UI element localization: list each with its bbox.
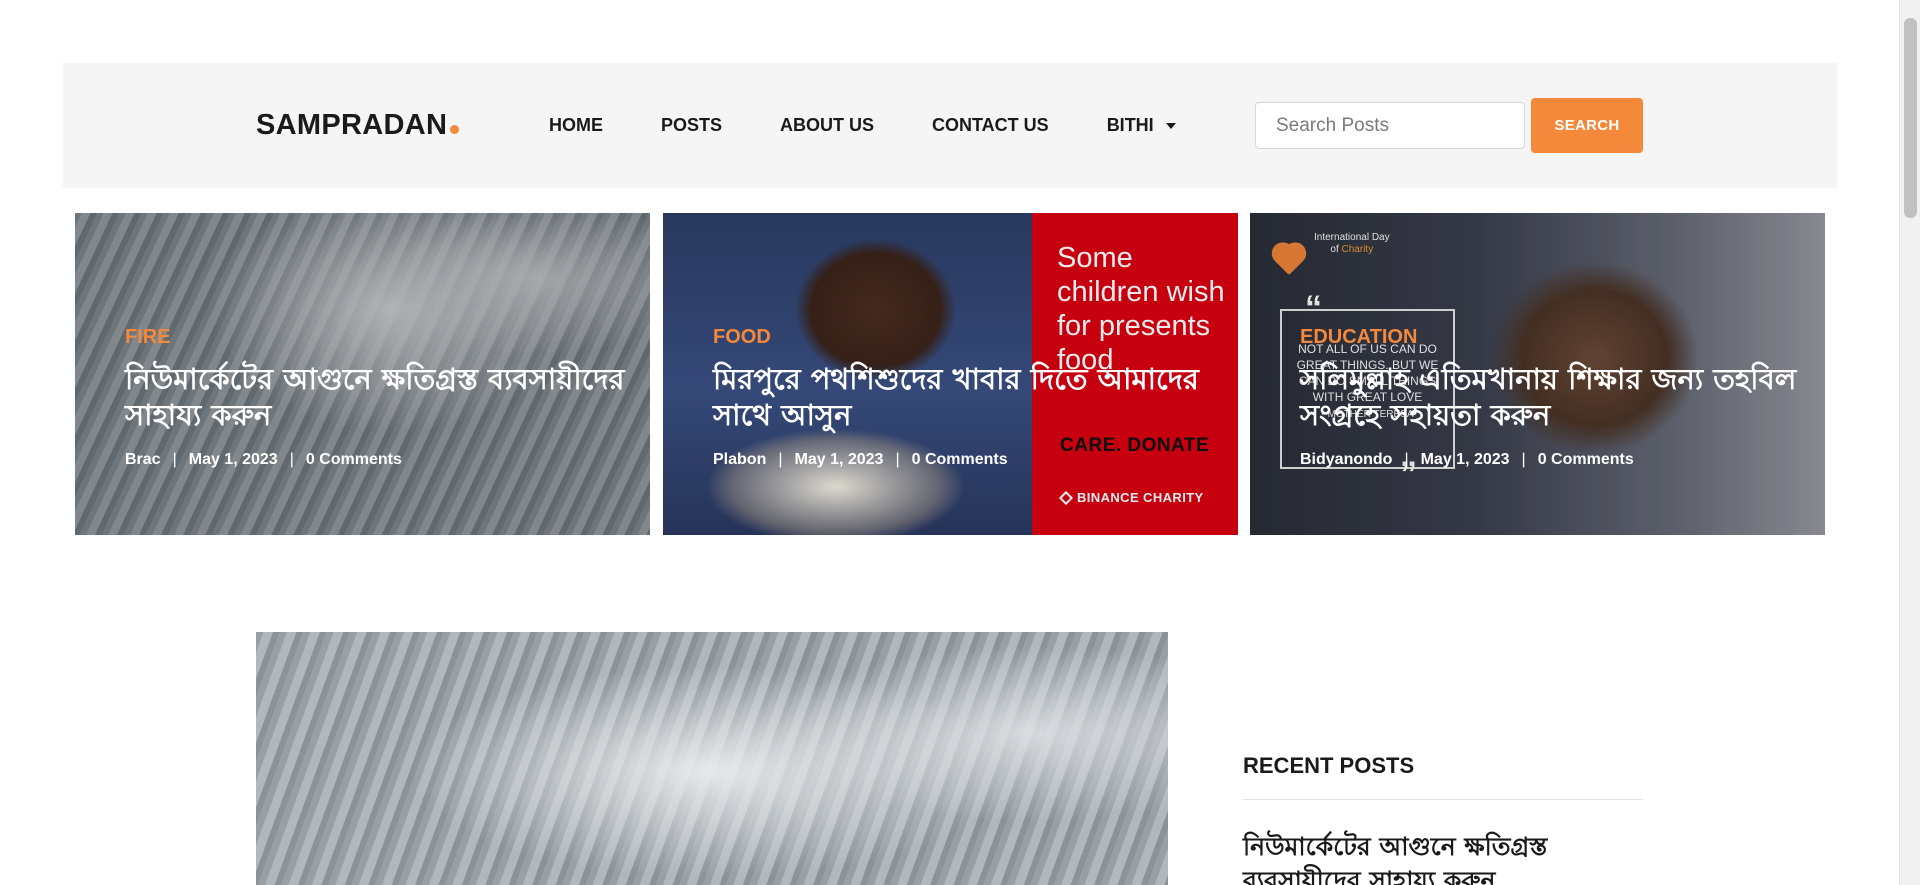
card-date: May 1, 2023 xyxy=(794,451,884,468)
card-content: EDUCATION সলিমুল্লাহ এতিমখানায় শিক্ষার … xyxy=(1300,325,1800,469)
nav-about-us[interactable]: ABOUT US xyxy=(780,115,874,136)
card-comments[interactable]: 0 Comments xyxy=(1538,451,1634,469)
meta-separator: | xyxy=(289,451,294,468)
search-button[interactable]: SEARCH xyxy=(1531,98,1643,153)
caret-down-icon[interactable] xyxy=(1165,122,1176,129)
nav-home[interactable]: HOME xyxy=(549,115,603,136)
card-category[interactable]: FIRE xyxy=(125,325,625,349)
logo-dot xyxy=(450,125,460,134)
scrollbar-thumb[interactable] xyxy=(1904,18,1917,218)
card-comments[interactable]: 0 Comments xyxy=(306,451,402,469)
card-category[interactable]: EDUCATION xyxy=(1300,325,1800,349)
meta-separator: | xyxy=(1404,451,1409,468)
sidebar: RECENT POSTS নিউমার্কেটের আগুনে ক্ষতিগ্র… xyxy=(1243,753,1643,885)
meta-separator: | xyxy=(172,451,177,468)
meta-separator: | xyxy=(778,451,783,468)
card-date: May 1, 2023 xyxy=(188,451,278,468)
card-comments[interactable]: 0 Comments xyxy=(912,451,1008,469)
recent-posts-heading: RECENT POSTS xyxy=(1243,753,1643,800)
card-title[interactable]: মিরপুরে পথশিশুদের খাবার দিতে আমাদের সাথে… xyxy=(713,361,1213,433)
card-title[interactable]: সলিমুল্লাহ এতিমখানায় শিক্ষার জন্য তহবিল… xyxy=(1300,361,1800,433)
nav-contact-us[interactable]: CONTACT US xyxy=(932,115,1049,136)
card-meta: Plabon | May 1, 2023 | 0 Comments xyxy=(713,451,1213,469)
card-author[interactable]: Bidyanondo xyxy=(1300,451,1392,469)
nav-user-label[interactable]: BITHI xyxy=(1107,115,1154,136)
search-input[interactable] xyxy=(1255,102,1525,149)
site-header: SAMPRADAN HOME POSTS ABOUT US CONTACT US… xyxy=(63,63,1837,188)
site-logo[interactable]: SAMPRADAN xyxy=(256,109,460,142)
featured-card-education[interactable]: International Day of Charity “ Not all o… xyxy=(1250,213,1825,535)
page-scrollbar[interactable] xyxy=(1899,0,1920,885)
featured-card-food[interactable]: Some children wish for presents food CAR… xyxy=(663,213,1238,535)
featured-card-fire[interactable]: FIRE নিউমার্কেটের আগুনে ক্ষতিগ্রস্ত ব্যব… xyxy=(75,213,650,535)
card-author[interactable]: Brac xyxy=(125,451,161,469)
nav-user-dropdown[interactable]: BITHI xyxy=(1107,115,1176,136)
card-date: May 1, 2023 xyxy=(1420,451,1510,468)
meta-separator: | xyxy=(895,451,900,468)
meta-separator: | xyxy=(1521,451,1526,468)
card-category[interactable]: FOOD xyxy=(713,325,1213,349)
nav-posts[interactable]: POSTS xyxy=(661,115,722,136)
card-content: FIRE নিউমার্কেটের আগুনে ক্ষতিগ্রস্ত ব্যব… xyxy=(125,325,625,469)
logo-text[interactable]: SAMPRADAN xyxy=(256,109,447,141)
card-content: FOOD মিরপুরে পথশিশুদের খাবার দিতে আমাদের… xyxy=(713,325,1213,469)
card-meta: Brac | May 1, 2023 | 0 Comments xyxy=(125,451,625,469)
recent-post-link[interactable]: নিউমার্কেটের আগুনে ক্ষতিগ্রস্ত ব্যবসায়ী… xyxy=(1243,830,1643,885)
card-author[interactable]: Plabon xyxy=(713,451,766,469)
card-meta: Bidyanondo | May 1, 2023 | 0 Comments xyxy=(1300,451,1800,469)
main-nav: HOME POSTS ABOUT US CONTACT US BITHI xyxy=(549,115,1176,136)
post-featured-image[interactable] xyxy=(256,632,1168,885)
card-title[interactable]: নিউমার্কেটের আগুনে ক্ষতিগ্রস্ত ব্যবসায়ী… xyxy=(125,361,625,433)
